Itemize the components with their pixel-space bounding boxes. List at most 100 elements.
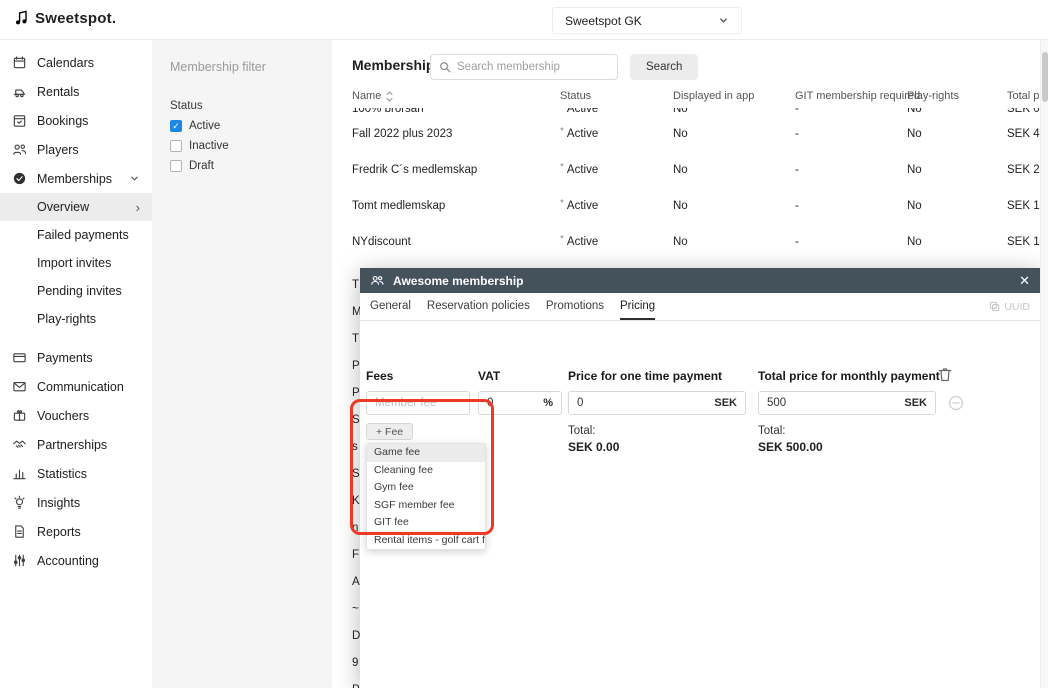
badge-check-icon: [12, 171, 27, 186]
cell-displayed: No: [673, 128, 795, 140]
filter-option-inactive[interactable]: Inactive: [170, 140, 314, 152]
sliders-icon: [12, 553, 27, 568]
monthly-price-input[interactable]: [759, 397, 904, 409]
active-status-icon: *: [560, 108, 564, 112]
table-row[interactable]: Fall 2022 plus 2023 *Active No - No SEK …: [332, 116, 1048, 152]
sidebar-item-play-rights[interactable]: Play-rights: [0, 305, 152, 333]
cell-status: *Active: [560, 200, 673, 212]
column-header-displayed: Displayed in app: [673, 90, 795, 102]
sidebar-item-payments[interactable]: Payments: [0, 343, 152, 372]
sidebar-item-label: Reports: [37, 525, 81, 539]
cell-git: -: [795, 108, 907, 115]
sidebar-item-insights[interactable]: Insights: [0, 488, 152, 517]
fee-option-game-fee[interactable]: Game fee: [367, 444, 485, 462]
sidebar-item-calendars[interactable]: Calendars: [0, 48, 152, 77]
add-fee-button[interactable]: + Fee: [366, 423, 413, 440]
cell-status: *Active: [560, 236, 673, 248]
sidebar-item-statistics[interactable]: Statistics: [0, 459, 152, 488]
cell-play: No: [907, 128, 1007, 140]
sidebar-item-memberships[interactable]: Memberships: [0, 164, 152, 193]
sidebar-item-rentals[interactable]: Rentals: [0, 77, 152, 106]
percent-suffix: %: [543, 397, 561, 409]
filter-option-draft[interactable]: Draft: [170, 160, 314, 172]
chevron-down-icon: [718, 15, 729, 26]
sidebar-item-pending-invites[interactable]: Pending invites: [0, 277, 152, 305]
remove-row-icon[interactable]: [948, 395, 964, 411]
table-row[interactable]: Tomt medlemskap *Active No - No SEK 1,40…: [332, 188, 1048, 224]
filter-option-active[interactable]: Active: [170, 120, 314, 132]
sidebar-item-communication[interactable]: Communication: [0, 372, 152, 401]
column-header-name[interactable]: Name: [352, 90, 560, 102]
checkbox-unchecked-icon: [170, 140, 182, 152]
cell-price: SEK 4,400.0: [1007, 128, 1042, 140]
sidebar-item-label: Insights: [37, 496, 80, 510]
vat-input[interactable]: [479, 397, 543, 409]
active-status-icon: *: [560, 198, 564, 209]
bar-chart-icon: [12, 466, 27, 481]
chevron-down-icon: [129, 173, 140, 184]
active-status-icon: *: [560, 234, 564, 245]
fee-option-git-fee[interactable]: GIT fee: [367, 514, 485, 532]
sidebar-item-accounting[interactable]: Accounting: [0, 546, 152, 575]
sidebar-item-failed-payments[interactable]: Failed payments: [0, 221, 152, 249]
tab-general[interactable]: General: [370, 293, 411, 320]
table-row[interactable]: Fredrik C´s medlemskap *Active No - No S…: [332, 152, 1048, 188]
cell-git: -: [795, 128, 907, 140]
member-fee-input[interactable]: [367, 397, 469, 409]
trash-icon[interactable]: [938, 367, 952, 382]
sidebar-item-vouchers[interactable]: Vouchers: [0, 401, 152, 430]
cell-displayed: No: [673, 108, 795, 115]
club-selector[interactable]: Sweetspot GK: [552, 7, 742, 34]
onetime-price-input-group: SEK: [568, 391, 746, 415]
column-label: Name: [352, 90, 381, 102]
sidebar-item-label: Communication: [37, 380, 124, 394]
cell-price: SEK 1,400.0: [1007, 200, 1042, 212]
cell-name: 100% brorsan: [352, 108, 560, 115]
fee-option-cleaning-fee[interactable]: Cleaning fee: [367, 462, 485, 480]
sidebar-item-label: Statistics: [37, 467, 87, 481]
onetime-price-input[interactable]: [569, 397, 714, 409]
modal-title: Awesome membership: [393, 274, 524, 288]
cell-price: SEK 1.00: [1007, 236, 1042, 248]
search-input[interactable]: [457, 61, 609, 73]
sidebar-item-reports[interactable]: Reports: [0, 517, 152, 546]
fee-option-sgf-member-fee[interactable]: SGF member fee: [367, 497, 485, 515]
fee-dropdown-menu: Game fee Cleaning fee Gym fee SGF member…: [366, 443, 486, 550]
uuid-button[interactable]: UUID: [989, 293, 1030, 320]
cell-price: SEK 200.00: [1007, 164, 1042, 176]
table-header: Name Status Displayed in app GIT members…: [332, 84, 1048, 108]
member-fee-input-group: [366, 391, 470, 415]
search-button[interactable]: Search: [630, 54, 698, 80]
sidebar-item-partnerships[interactable]: Partnerships: [0, 430, 152, 459]
tab-pricing[interactable]: Pricing: [620, 293, 655, 320]
cell-status: *Active: [560, 128, 673, 140]
membership-filter-panel: Membership filter Status Active Inactive…: [152, 40, 332, 688]
cell-displayed: No: [673, 236, 795, 248]
sidebar-item-players[interactable]: Players: [0, 135, 152, 164]
column-header-git: GIT membership required: [795, 90, 907, 102]
sidebar-item-bookings[interactable]: Bookings: [0, 106, 152, 135]
sidebar-subitem-label: Play-rights: [37, 312, 96, 326]
cell-git: -: [795, 236, 907, 248]
cell-price: SEK 0.00: [1007, 108, 1042, 115]
gift-icon: [12, 408, 27, 423]
calendar-icon: [12, 55, 27, 70]
fee-option-gym-fee[interactable]: Gym fee: [367, 479, 485, 497]
scrollbar-thumb[interactable]: [1042, 52, 1048, 102]
table-row[interactable]: NYdiscount *Active No - No SEK 1.00: [332, 224, 1048, 260]
sidebar-item-label: Bookings: [37, 114, 88, 128]
close-icon[interactable]: ✕: [1019, 273, 1030, 289]
club-selector-value: Sweetspot GK: [565, 14, 642, 28]
table-row[interactable]: 100% brorsan *Active No - No SEK 0.00: [332, 108, 1048, 116]
modal-tabs: General Reservation policies Promotions …: [360, 293, 1040, 321]
search-box: [430, 54, 618, 80]
sidebar-item-overview[interactable]: Overview ›: [0, 193, 152, 221]
tab-reservation-policies[interactable]: Reservation policies: [427, 293, 530, 320]
sidebar-item-import-invites[interactable]: Import invites: [0, 249, 152, 277]
cell-play: No: [907, 200, 1007, 212]
fee-option-rental-items[interactable]: Rental items - golf cart fleet: [367, 532, 485, 550]
tab-promotions[interactable]: Promotions: [546, 293, 604, 320]
sidebar-item-label: Calendars: [37, 56, 94, 70]
membership-modal: Awesome membership ✕ General Reservation…: [360, 268, 1040, 688]
brand[interactable]: Sweetspot.: [14, 9, 116, 27]
